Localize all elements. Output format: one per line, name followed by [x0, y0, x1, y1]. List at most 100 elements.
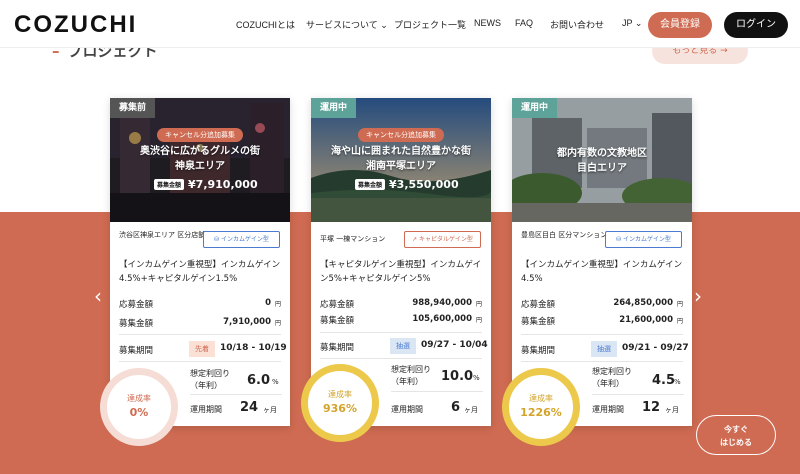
period-label: 募集期間	[521, 346, 556, 356]
recruit-pill: キャンセル分追加募集	[358, 128, 444, 142]
target-label: 募集金額	[521, 317, 556, 327]
nav-news[interactable]: NEWS	[474, 18, 501, 28]
area-name: 湘南平塚エリア	[366, 161, 436, 172]
nav-contact[interactable]: お問い合わせ	[550, 18, 604, 31]
period-badge: 抽選	[591, 341, 617, 357]
applied-row: 応募金額 264,850,000 円	[521, 298, 683, 316]
card-body: 平塚 一棟マンション ↗ キャピタルゲイン型 【キャピタルゲイン重視型】インカム…	[311, 222, 491, 284]
rate-value: 0%	[129, 406, 149, 419]
divider	[119, 361, 281, 362]
type-label: キャピタルゲイン型	[419, 236, 473, 243]
applied-label: 応募金額	[119, 300, 154, 310]
image-amount-value: ¥3,550,000	[389, 178, 459, 191]
yield-label: 想定利回り （年利）	[190, 368, 230, 392]
project-card[interactable]: 募集前 キャンセル分追加募集 奥渋谷に広がるグルメの街 神泉エリア 募集金額 ¥7…	[100, 98, 290, 446]
period-value: 10/18 - 10/19	[220, 343, 287, 353]
target-label: 募集金額	[119, 319, 154, 329]
yield-label-1: 想定利回り	[190, 369, 230, 378]
register-button[interactable]: 会員登録	[648, 12, 712, 38]
target-row: 募集金額 21,600,000 円	[521, 315, 683, 333]
divider	[320, 332, 482, 333]
yield-label-2: （年利）	[190, 381, 222, 390]
period-badge: 先着	[189, 341, 215, 357]
applied-row: 応募金額 0 円	[119, 298, 281, 316]
applied-value: 988,940,000	[412, 298, 472, 308]
term-unit: ヶ月	[464, 406, 478, 414]
yield-label: 想定利回り （年利）	[391, 364, 431, 388]
divider	[119, 334, 281, 335]
rate-value: 1226%	[520, 406, 562, 419]
type-tag: ⛁ インカムゲイン型	[605, 231, 682, 248]
divider	[592, 394, 684, 395]
yield-label-1: 想定利回り	[592, 367, 632, 376]
project-name: 【インカムゲイン重視型】インカムゲイン4.5%	[521, 260, 683, 284]
term-label: 運用期間	[391, 405, 423, 414]
yen-unit: 円	[676, 301, 683, 308]
site-header: COZUCHI COZUCHIとは サービスについて ⌄ プロジェクト一覧 NE…	[0, 0, 800, 48]
location: 豊島区目白 区分マンション	[521, 231, 608, 239]
language-label: JP	[622, 18, 633, 28]
recruit-pill: キャンセル分追加募集	[157, 128, 243, 142]
location: 渋谷区神泉エリア 区分店舗	[119, 231, 206, 239]
yield-label-2: （年利）	[592, 379, 624, 388]
type-tag: ↗ キャピタルゲイン型	[404, 231, 481, 248]
yield-label: 想定利回り （年利）	[592, 366, 632, 390]
divider	[521, 361, 683, 362]
image-amount-value: ¥7,910,000	[188, 178, 258, 191]
login-button[interactable]: ログイン	[724, 12, 788, 38]
chevron-left-icon[interactable]: ‹	[94, 284, 102, 308]
target-value: 21,600,000	[619, 315, 673, 325]
yield-unit: %	[674, 378, 681, 386]
divider	[320, 358, 482, 359]
start-now-button[interactable]: 今すぐ はじめる	[696, 415, 776, 455]
project-card[interactable]: 運用中 キャンセル分追加募集 海や山に囲まれた自然豊かな街 湘南平塚エリア 募集…	[301, 98, 491, 442]
yield-value: 10.0	[441, 369, 474, 384]
area-catch: 海や山に囲まれた自然豊かな街	[331, 146, 471, 157]
yield-label-2: （年利）	[391, 377, 423, 386]
image-amount: 募集金額 ¥7,910,000	[154, 178, 258, 191]
type-label: インカムゲイン型	[623, 236, 671, 243]
start-now-line2: はじめる	[720, 438, 752, 447]
area-name: 神泉エリア	[175, 161, 225, 172]
target-label: 募集金額	[320, 316, 355, 326]
card-body: 渋谷区神泉エリア 区分店舗 ⛁ インカムゲイン型 【インカムゲイン重視型】インカ…	[110, 222, 290, 284]
nav-service[interactable]: サービスについて ⌄	[306, 18, 388, 31]
period-badge: 抽選	[390, 338, 416, 354]
yen-unit: 円	[274, 320, 281, 327]
yen-unit: 円	[475, 301, 482, 308]
term-value: 12	[642, 400, 661, 415]
location: 平塚 一棟マンション	[320, 235, 386, 243]
rate-label: 達成率	[127, 394, 151, 403]
chart-up-icon: ↗	[412, 236, 420, 243]
divider	[521, 334, 683, 335]
term-unit: ヶ月	[263, 406, 277, 414]
chevron-down-icon: ⌄	[634, 18, 643, 28]
nav-projects[interactable]: プロジェクト一覧	[394, 18, 466, 31]
image-amount: 募集金額 ¥3,550,000	[355, 178, 459, 191]
yield-value: 6.0	[247, 373, 271, 388]
coin-icon: ⛁	[214, 236, 222, 243]
area-catch: 都内有数の文教地区	[557, 148, 647, 159]
coin-icon: ⛁	[616, 236, 624, 243]
period-label: 募集期間	[320, 343, 355, 353]
chevron-down-icon: ⌄	[380, 20, 388, 30]
target-value: 105,600,000	[412, 314, 472, 324]
applied-value: 0	[265, 298, 271, 308]
nav-about[interactable]: COZUCHIとは	[236, 18, 295, 31]
project-card[interactable]: 運用中 都内有数の文教地区 目白エリア 豊島区目白 区分マンション ⛁ インカム…	[502, 98, 692, 446]
rate-label: 達成率	[328, 390, 352, 399]
term-value: 24	[240, 400, 259, 415]
target-row: 募集金額 105,600,000 円	[320, 314, 482, 332]
term-label: 運用期間	[592, 405, 624, 414]
area-catch: 奥渋谷に広がるグルメの街	[140, 146, 260, 157]
nav-faq[interactable]: FAQ	[515, 18, 533, 28]
yen-unit: 円	[475, 317, 482, 324]
project-name: 【インカムゲイン重視型】インカムゲイン4.5%+キャピタルゲイン1.5%	[119, 260, 281, 284]
project-name: 【キャピタルゲイン重視型】インカムゲイン5%+キャピタルゲイン5%	[320, 260, 482, 284]
logo[interactable]: COZUCHI	[14, 11, 137, 39]
yield-label-1: 想定利回り	[391, 365, 431, 374]
language-select[interactable]: JP ⌄	[622, 18, 642, 29]
type-label: インカムゲイン型	[221, 236, 269, 243]
yield-value: 4.5	[652, 373, 676, 388]
chevron-right-icon[interactable]: ›	[694, 284, 702, 308]
